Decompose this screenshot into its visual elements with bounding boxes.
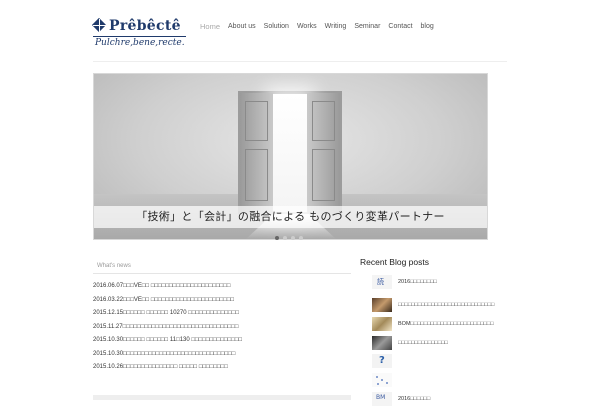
network-thumb-icon	[372, 373, 392, 387]
slider-dot[interactable]	[299, 236, 303, 240]
main-nav: Home About us Solution Works Writing Sem…	[200, 22, 442, 32]
nav-solution[interactable]: Solution	[264, 22, 289, 32]
blog-post-title: □□□□□□□□□□□□□□□	[398, 340, 448, 346]
blog-post[interactable]: □□□□□□□□□□□□□□□	[372, 336, 448, 350]
news-item[interactable]: 2015.12.15□□□□□□ □□□□□□ 10270 □□□□□□□□□□…	[93, 307, 351, 321]
label-thumb-icon: 読	[372, 275, 392, 289]
news-footer-bar	[93, 395, 351, 400]
news-item[interactable]: 2015.10.30□□□□□□□□□□□□□□□□□□□□□□□□□□□□□□…	[93, 348, 351, 362]
news-item[interactable]: 2015.10.26□□□□□□□□□□□□□□□ □□□□□ □□□□□□□□	[93, 361, 351, 375]
nav-works[interactable]: Works	[297, 22, 317, 32]
brand-logo[interactable]: Prêbêctê Pulchre,bene,recte.	[91, 17, 188, 49]
news-list: 2016.06.07□□□VE□□ □□□□□□□□□□□□□□□□□□□□□□…	[93, 280, 351, 375]
door-right	[307, 93, 340, 214]
photo-thumb-icon	[372, 317, 392, 331]
nav-about-us[interactable]: About us	[228, 22, 256, 32]
hero-caption: 「技術」と「会計」の融合による ものづくり変革パートナー	[136, 210, 445, 223]
brand-tagline: Pulchre,bene,recte.	[95, 38, 185, 48]
photo-thumb-icon	[372, 336, 392, 350]
brand-name: Prêbêctê	[109, 17, 181, 34]
nav-contact[interactable]: Contact	[388, 22, 412, 32]
blog-post-title: 2016□□□□□□□□	[398, 279, 437, 285]
news-item[interactable]: 2016.06.07□□□VE□□ □□□□□□□□□□□□□□□□□□□□□□	[93, 280, 351, 294]
slider-dot[interactable]	[291, 236, 295, 240]
blog-post-title: □□□□□□□□□□□□□□□□□□□□□□□□□□□□□	[398, 302, 495, 308]
nav-home[interactable]: Home	[200, 22, 220, 32]
nav-writing[interactable]: Writing	[325, 22, 347, 32]
hero-slider[interactable]: 「技術」と「会計」の融合による ものづくり変革パートナー	[93, 73, 488, 240]
blog-post[interactable]: □□□□□□□□□□□□□□□□□□□□□□□□□□□□□	[372, 298, 494, 312]
header-divider	[93, 61, 507, 62]
news-item[interactable]: 2016.03.22□□□VE□□ □□□□□□□□□□□□□□□□□□□□□□…	[93, 294, 351, 308]
news-item[interactable]: 2015.10.30□□□□□□ □□□□□□ 11□130 □□□□□□□□□…	[93, 334, 351, 348]
slider-dots	[275, 236, 303, 240]
slider-dot[interactable]	[275, 236, 279, 240]
question-thumb-icon: ?	[372, 354, 392, 368]
door-light	[273, 94, 307, 212]
blog-post-title: BOM□□□□□□□□□□□□□□□□□□□□□□□□□	[398, 321, 494, 327]
blog-heading: Recent Blog posts	[360, 257, 429, 267]
diamond-cross-icon	[91, 17, 107, 33]
photo-thumb-icon	[372, 298, 392, 312]
blog-post[interactable]	[372, 373, 398, 387]
news-heading: What's news	[93, 261, 351, 274]
nav-seminar[interactable]: Seminar	[354, 22, 380, 32]
label-thumb-icon: BM	[372, 392, 392, 406]
slider-dot[interactable]	[283, 236, 287, 240]
recent-blog-posts: Recent Blog posts 読 2016□□□□□□□□ □□□□□□□…	[360, 255, 500, 406]
blog-post[interactable]: 読 2016□□□□□□□□	[372, 275, 437, 289]
blog-post-title: 2016□□□□□□	[398, 396, 431, 402]
news-item[interactable]: 2015.11.27□□□□□□□□□□□□□□□□□□□□□□□□□□□□□□…	[93, 321, 351, 335]
news-section: What's news 2016.06.07□□□VE□□ □□□□□□□□□□…	[93, 261, 351, 375]
door-left	[240, 93, 273, 214]
blog-post[interactable]: BM 2016□□□□□□	[372, 392, 430, 406]
blog-post[interactable]: ?	[372, 354, 398, 368]
blog-post[interactable]: BOM□□□□□□□□□□□□□□□□□□□□□□□□□	[372, 317, 494, 331]
nav-blog[interactable]: blog	[421, 22, 434, 32]
